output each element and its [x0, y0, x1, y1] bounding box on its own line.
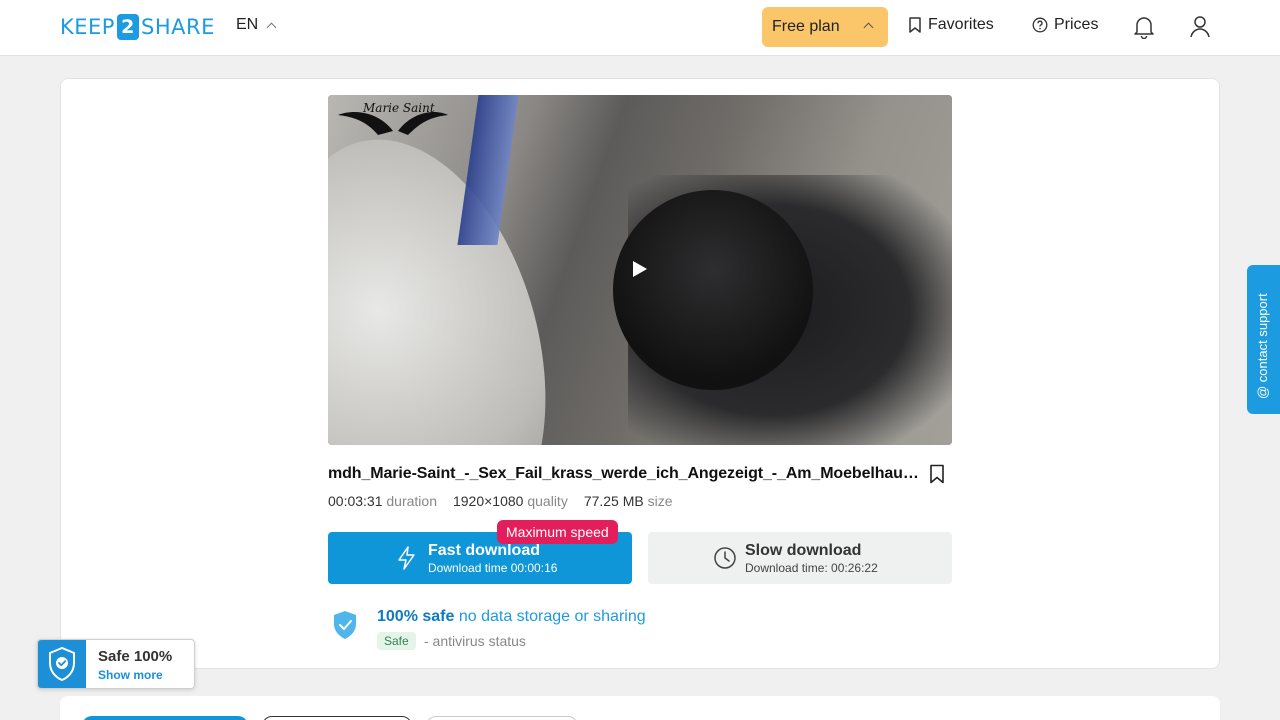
- tab-active[interactable]: [82, 716, 248, 720]
- size-value: 77.25 MB: [583, 493, 644, 509]
- chevron-up-icon: [863, 22, 874, 33]
- duration-item: 00:03:31 duration: [328, 493, 437, 509]
- watermark-text: Marie Saint: [363, 101, 435, 115]
- site-logo[interactable]: KEEP 2 SHARE: [60, 14, 215, 40]
- chevron-up-icon: [266, 22, 277, 33]
- file-title: mdh_Marie-Saint_-_Sex_Fail_krass_werde_i…: [328, 465, 922, 482]
- account-button[interactable]: [1187, 14, 1213, 40]
- logo-number: 2: [116, 14, 139, 40]
- prices-label: Prices: [1054, 16, 1099, 33]
- notifications-button[interactable]: [1131, 14, 1157, 40]
- add-favorite-button[interactable]: [924, 460, 950, 488]
- bell-icon: [1134, 17, 1154, 39]
- antivirus-status-text: - antivirus status: [424, 633, 526, 649]
- contact-support-label: @ contact support: [1255, 293, 1270, 399]
- logo-text-left: KEEP: [60, 15, 115, 39]
- contact-support-button[interactable]: @ contact support: [1247, 265, 1280, 414]
- quality-label: quality: [527, 493, 568, 509]
- language-label: EN: [236, 16, 259, 33]
- duration-label: duration: [386, 493, 437, 509]
- fast-download-label: Fast download: [428, 542, 540, 559]
- duration-value: 00:03:31: [328, 493, 383, 509]
- user-icon: [1190, 16, 1210, 38]
- size-item: 77.25 MB size: [584, 493, 673, 509]
- logo-text-right: SHARE: [140, 15, 215, 39]
- shield-check-icon: [334, 611, 356, 639]
- plan-dropdown[interactable]: Free plan: [762, 7, 888, 47]
- quality-item: 1920×1080 quality: [453, 493, 568, 509]
- max-speed-badge: Maximum speed: [497, 520, 618, 544]
- bookmark-icon: [909, 17, 921, 33]
- top-header: KEEP 2 SHARE EN Free plan Favorites Pric…: [0, 0, 1280, 56]
- prices-link[interactable]: Prices: [1032, 16, 1098, 34]
- file-meta: 00:03:31 duration 1920×1080 quality 77.2…: [328, 493, 673, 509]
- widget-icon-area: [38, 640, 86, 688]
- safe-status-badge: Safe: [377, 632, 416, 650]
- help-circle-icon: [1032, 17, 1048, 33]
- safe-widget[interactable]: Safe 100% Show more: [37, 639, 195, 689]
- safety-headline-bold: 100% safe: [377, 608, 455, 625]
- plan-label: Free plan: [772, 18, 840, 35]
- widget-title: Safe 100%: [98, 648, 173, 665]
- size-label: size: [647, 493, 673, 509]
- tab-third[interactable]: [426, 716, 578, 720]
- quality-value: 1920×1080: [452, 493, 524, 509]
- play-icon[interactable]: [633, 261, 647, 277]
- video-frame-figure: [613, 190, 813, 390]
- favorites-link[interactable]: Favorites: [908, 16, 994, 34]
- show-more-link[interactable]: Show more: [98, 668, 163, 682]
- slow-download-time: Download time: 00:26:22: [745, 561, 878, 575]
- tab-second[interactable]: [262, 716, 412, 720]
- fast-download-time: Download time 00:00:16: [428, 561, 558, 575]
- shield-check-icon: [49, 646, 75, 682]
- slow-download-button[interactable]: Slow download Download time: 00:26:22: [648, 532, 952, 584]
- lightning-icon: [398, 546, 415, 570]
- language-selector[interactable]: EN: [236, 16, 277, 34]
- bookmark-icon: [930, 464, 944, 484]
- clock-icon: [714, 547, 736, 569]
- safety-headline: 100% safe no data storage or sharing: [377, 608, 646, 626]
- safety-headline-rest: no data storage or sharing: [458, 608, 646, 625]
- favorites-label: Favorites: [928, 16, 994, 33]
- slow-download-label: Slow download: [745, 542, 862, 559]
